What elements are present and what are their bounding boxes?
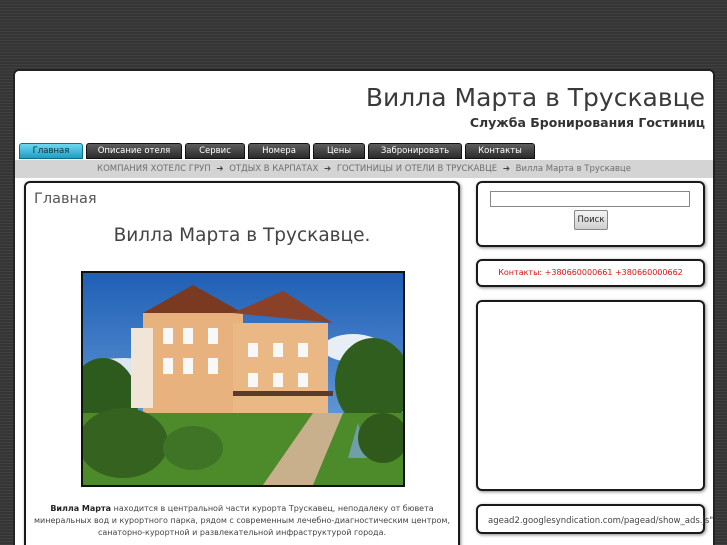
ad-script-box: agead2.googlesyndication.com/pagead/show… [476, 504, 713, 534]
ad-script-text: agead2.googlesyndication.com/pagead/show… [488, 516, 715, 526]
breadcrumb-item[interactable]: КОМПАНИЯ ХОТЕЛС ГРУП [97, 164, 211, 174]
breadcrumb-item[interactable]: ОТДЫХ В КАРПАТАХ [229, 164, 318, 174]
site-title: Вилла Марта в Трускавце [365, 83, 705, 112]
tab-hotel-description[interactable]: Описание отеля [86, 143, 182, 159]
main-content: Главная Вилла Марта в Трускавце. Вилла М… [24, 181, 460, 545]
breadcrumb-separator-icon: ➔ [502, 164, 510, 174]
tab-service[interactable]: Сервис [185, 143, 245, 159]
breadcrumb-current: Вилла Марта в Трускавце [515, 164, 631, 174]
tab-contacts[interactable]: Контакты [465, 143, 535, 159]
tab-prices[interactable]: Цены [313, 143, 365, 159]
search-input[interactable] [490, 191, 690, 207]
article-text: Вилла Марта находится в центральной част… [32, 503, 452, 539]
breadcrumb: КОМПАНИЯ ХОТЕЛС ГРУП ➔ ОТДЫХ В КАРПАТАХ … [15, 160, 713, 178]
contacts-box: Контакты: +380660000661 +380660000662 [476, 259, 705, 287]
main-nav: Главная Описание отеля Сервис Номера Цен… [19, 143, 535, 159]
search-box: Поиск [476, 181, 705, 247]
villa-photo [81, 271, 405, 487]
breadcrumb-separator-icon: ➔ [323, 164, 332, 174]
page-container: Вилла Марта в Трускавце Служба Бронирова… [13, 69, 715, 545]
content-heading: Главная [34, 191, 97, 207]
article-text-bold: Вилла Марта [50, 504, 112, 513]
search-button[interactable]: Поиск [574, 210, 608, 230]
article-title: Вилла Марта в Трускавце. [113, 225, 371, 246]
tab-booking[interactable]: Забронировать [368, 143, 462, 159]
tab-home[interactable]: Главная [19, 143, 83, 159]
contacts-phones: Контакты: +380660000661 +380660000662 [498, 268, 683, 277]
breadcrumb-item[interactable]: ГОСТИНИЦЫ И ОТЕЛИ В ТРУСКАВЦЕ [337, 164, 497, 174]
site-subtitle: Служба Бронирования Гостиниц [469, 115, 705, 130]
tab-rooms[interactable]: Номера [248, 143, 310, 159]
breadcrumb-separator-icon: ➔ [216, 164, 224, 174]
ad-placeholder [476, 300, 705, 491]
